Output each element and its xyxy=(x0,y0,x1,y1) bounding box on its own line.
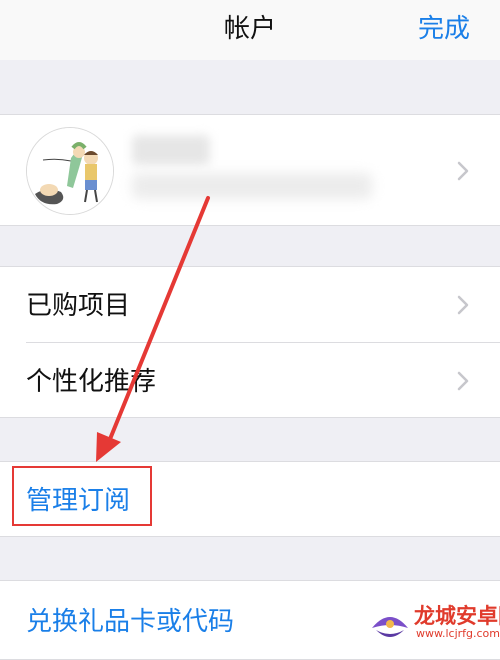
watermark-title: 龙城安卓网 xyxy=(414,604,500,628)
watermark-url: www.lcjrfg.com xyxy=(416,627,500,640)
purchases-group: 已购项目 个性化推荐 xyxy=(0,266,500,418)
navigation-bar: 帐户 完成 xyxy=(0,0,500,60)
annotation-highlight-box xyxy=(12,466,152,526)
personalized-recommendations-row[interactable]: 个性化推荐 xyxy=(0,343,500,419)
personalized-recommendations-label: 个性化推荐 xyxy=(26,367,157,397)
purchased-items-row[interactable]: 已购项目 xyxy=(0,267,500,343)
account-email xyxy=(132,173,372,199)
account-name xyxy=(132,135,210,165)
redeem-gift-card-label: 兑换礼品卡或代码 xyxy=(26,607,235,637)
done-button[interactable]: 完成 xyxy=(418,8,470,45)
account-row[interactable] xyxy=(0,114,500,226)
purchased-items-label: 已购项目 xyxy=(26,291,131,321)
avatar xyxy=(26,127,114,215)
chevron-right-icon xyxy=(457,295,469,315)
chevron-right-icon xyxy=(457,371,469,391)
avatar-illustration xyxy=(27,128,113,214)
watermark: 龙城安卓网 www.lcjrfg.com xyxy=(368,596,500,647)
watermark-logo-icon xyxy=(372,617,408,637)
chevron-right-icon xyxy=(457,161,469,181)
